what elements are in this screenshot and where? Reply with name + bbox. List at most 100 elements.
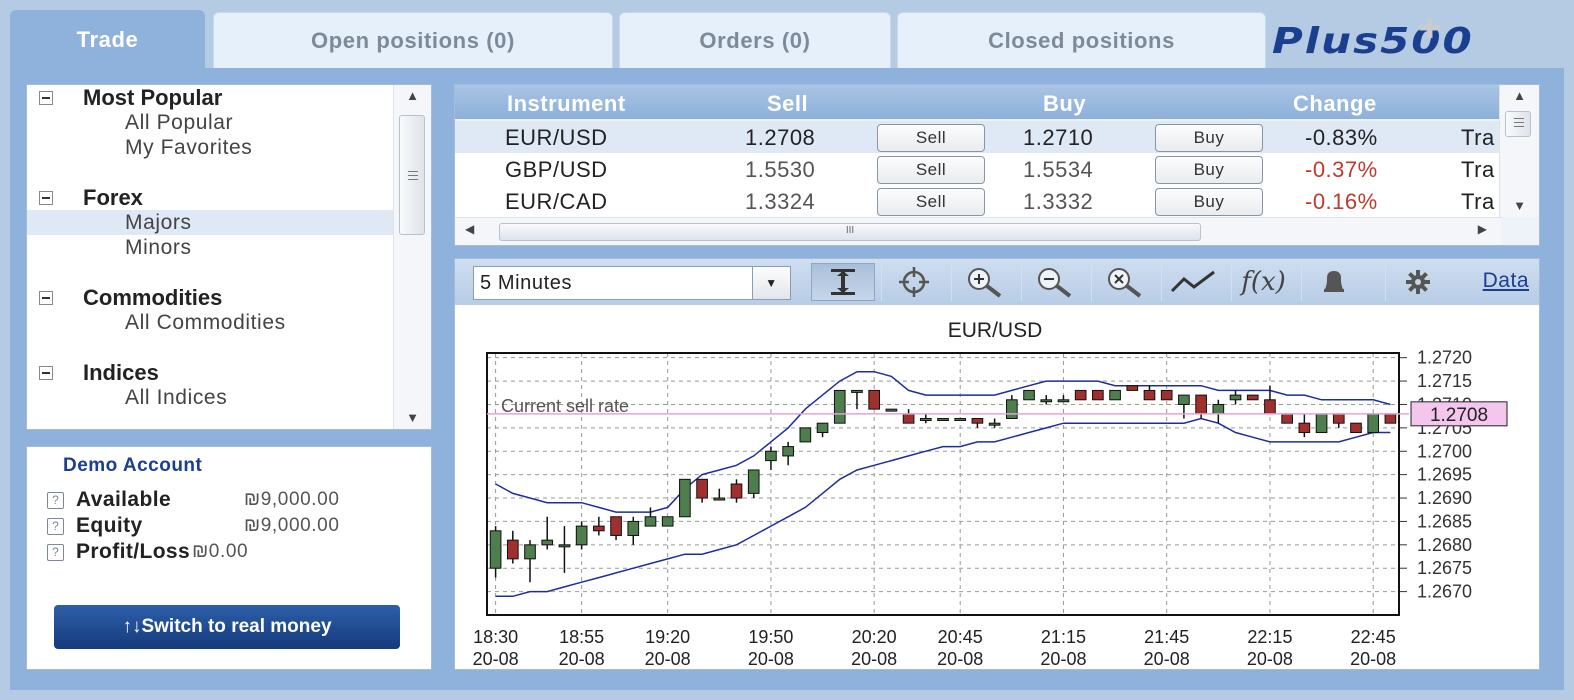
candle-body	[1367, 413, 1380, 434]
candle-body	[627, 520, 640, 536]
scroll-left-icon[interactable]: ◀	[465, 222, 474, 236]
account-title: Demo Account	[63, 455, 203, 476]
scroll-up-icon[interactable]: ▲	[394, 85, 431, 107]
buy-price: 1.3332	[1023, 189, 1094, 214]
collapse-icon[interactable]	[39, 290, 53, 305]
table-row[interactable]: EUR/USD 1.2708 Sell 1.2710 Buy -0.83% Tr…	[455, 121, 1501, 153]
candle-body	[782, 446, 794, 457]
function-icon[interactable]: f(x)	[1231, 263, 1295, 301]
zoom-out-icon[interactable]	[1021, 263, 1085, 301]
collapse-icon[interactable]	[39, 90, 53, 105]
x-tick-time: 22:15	[1247, 627, 1292, 647]
gear-icon[interactable]	[1385, 263, 1449, 301]
candle-body	[1384, 413, 1397, 424]
tree-item-all-indices[interactable]: All Indices	[27, 385, 395, 410]
candle-body	[1281, 413, 1293, 424]
candle-body	[988, 422, 1001, 426]
chart-panel: 5 Minutes ▼ f(x) Data EUR/USD 1.2720 1.2…	[454, 258, 1540, 670]
tree-scrollbar[interactable]: ▲ ▼	[393, 85, 431, 429]
sell-button[interactable]: Sell	[877, 156, 985, 184]
line-icon[interactable]	[1161, 263, 1225, 301]
tree-group-label: Forex	[83, 184, 143, 210]
scroll-right-icon[interactable]: ▶	[1478, 222, 1487, 236]
tree-group-header[interactable]: Forex	[27, 185, 395, 210]
candle-body	[1315, 413, 1328, 434]
table-vertical-scrollbar[interactable]: ▲ ▼	[1499, 85, 1539, 217]
lower-band-line	[495, 417, 1391, 598]
candle-body	[713, 497, 726, 501]
tab-closed-positions[interactable]: Closed positions	[897, 12, 1266, 68]
tree-group-header[interactable]: Commodities	[27, 285, 395, 310]
chevron-down-icon[interactable]: ▼	[752, 267, 790, 299]
sell-button[interactable]: Sell	[877, 188, 985, 216]
col-sell[interactable]: Sell	[767, 91, 808, 117]
bell-icon[interactable]	[1301, 263, 1365, 301]
trade-link[interactable]: Tra	[1461, 189, 1495, 215]
table-row[interactable]: EUR/CAD 1.3324 Sell 1.3332 Buy -0.16% Tr…	[455, 185, 1501, 217]
tab-orders[interactable]: Orders (0)	[619, 12, 891, 68]
tab-open-positions[interactable]: Open positions (0)	[213, 12, 613, 68]
account-label: Equity	[76, 514, 143, 537]
help-icon[interactable]: ?	[47, 517, 64, 535]
sell-button[interactable]: Sell	[877, 124, 985, 152]
instrument-name: EUR/CAD	[505, 189, 608, 214]
tree-item-minors[interactable]: Minors	[27, 235, 395, 260]
crosshair-icon[interactable]	[881, 263, 945, 301]
tree-item-all-commodities[interactable]: All Commodities	[27, 310, 395, 335]
col-buy[interactable]: Buy	[1043, 91, 1086, 117]
candle-body	[919, 418, 932, 421]
tree-item-majors[interactable]: Majors	[27, 210, 395, 235]
collapse-icon[interactable]	[39, 365, 53, 380]
candle-body	[489, 530, 502, 569]
tab-bar: Trade Open positions (0) Orders (0) Clos…	[10, 10, 1564, 68]
table-horizontal-scrollbar[interactable]: ◀ III ▶	[455, 217, 1501, 245]
y-tick-label: 1.2700	[1417, 441, 1472, 461]
tree-group-header[interactable]: Indices	[27, 360, 395, 385]
candle-body	[1212, 403, 1225, 415]
help-icon[interactable]: ?	[47, 543, 64, 561]
help-icon[interactable]: ?	[47, 491, 64, 509]
y-tick-label: 1.2690	[1417, 488, 1472, 508]
buy-button[interactable]: Buy	[1155, 124, 1263, 152]
scroll-thumb[interactable]: III	[499, 223, 1201, 241]
col-change[interactable]: Change	[1293, 91, 1377, 117]
x-tick-date: 20-08	[559, 649, 605, 669]
period-select[interactable]: 5 Minutes ▼	[473, 266, 791, 300]
data-link[interactable]: Data	[1483, 269, 1529, 293]
scroll-down-icon[interactable]: ▼	[1500, 195, 1539, 217]
account-value: ₪9,000.00	[244, 515, 340, 536]
tab-trade[interactable]: Trade	[10, 10, 205, 68]
candle-body	[833, 389, 846, 424]
zoom-in-icon[interactable]	[951, 263, 1015, 301]
scroll-thumb[interactable]	[1505, 111, 1531, 137]
candle-body	[1160, 389, 1173, 401]
table-row[interactable]: GBP/USD 1.5530 Sell 1.5534 Buy -0.37% Tr…	[455, 153, 1501, 185]
trade-link[interactable]: Tra	[1461, 125, 1495, 151]
col-instrument[interactable]: Instrument	[507, 91, 626, 117]
price-chart[interactable]: EUR/USD 1.27201.27151.27101.27051.27001.…	[455, 305, 1539, 669]
tree-item-all-popular[interactable]: All Popular	[27, 110, 395, 135]
candle-body	[541, 539, 554, 546]
tree-group-header[interactable]: Most Popular	[27, 85, 395, 110]
trade-link[interactable]: Tra	[1461, 157, 1495, 183]
scroll-down-icon[interactable]: ▼	[394, 407, 431, 429]
candle-body	[1195, 394, 1207, 415]
sell-price: 1.3324	[745, 189, 816, 214]
zoom-reset-icon[interactable]	[1091, 263, 1155, 301]
plus-icon: ✚	[1418, 13, 1442, 44]
candle-body	[747, 469, 760, 494]
cursor-icon[interactable]	[811, 263, 875, 301]
collapse-icon[interactable]	[39, 190, 53, 205]
x-tick-date: 20-08	[1144, 649, 1190, 669]
sell-price: 1.5530	[745, 157, 816, 182]
buy-button[interactable]: Buy	[1155, 156, 1263, 184]
scroll-up-icon[interactable]: ▲	[1500, 85, 1539, 107]
account-value: ₪0.00	[192, 541, 249, 562]
scroll-thumb[interactable]	[399, 115, 425, 235]
candle-body	[1109, 389, 1121, 401]
switch-to-real-money-button[interactable]: ↑↓Switch to real money	[54, 605, 400, 649]
x-tick-time: 18:55	[559, 627, 604, 647]
x-tick-date: 20-08	[937, 649, 983, 669]
tree-item-my-favorites[interactable]: My Favorites	[27, 135, 395, 160]
buy-button[interactable]: Buy	[1155, 188, 1263, 216]
